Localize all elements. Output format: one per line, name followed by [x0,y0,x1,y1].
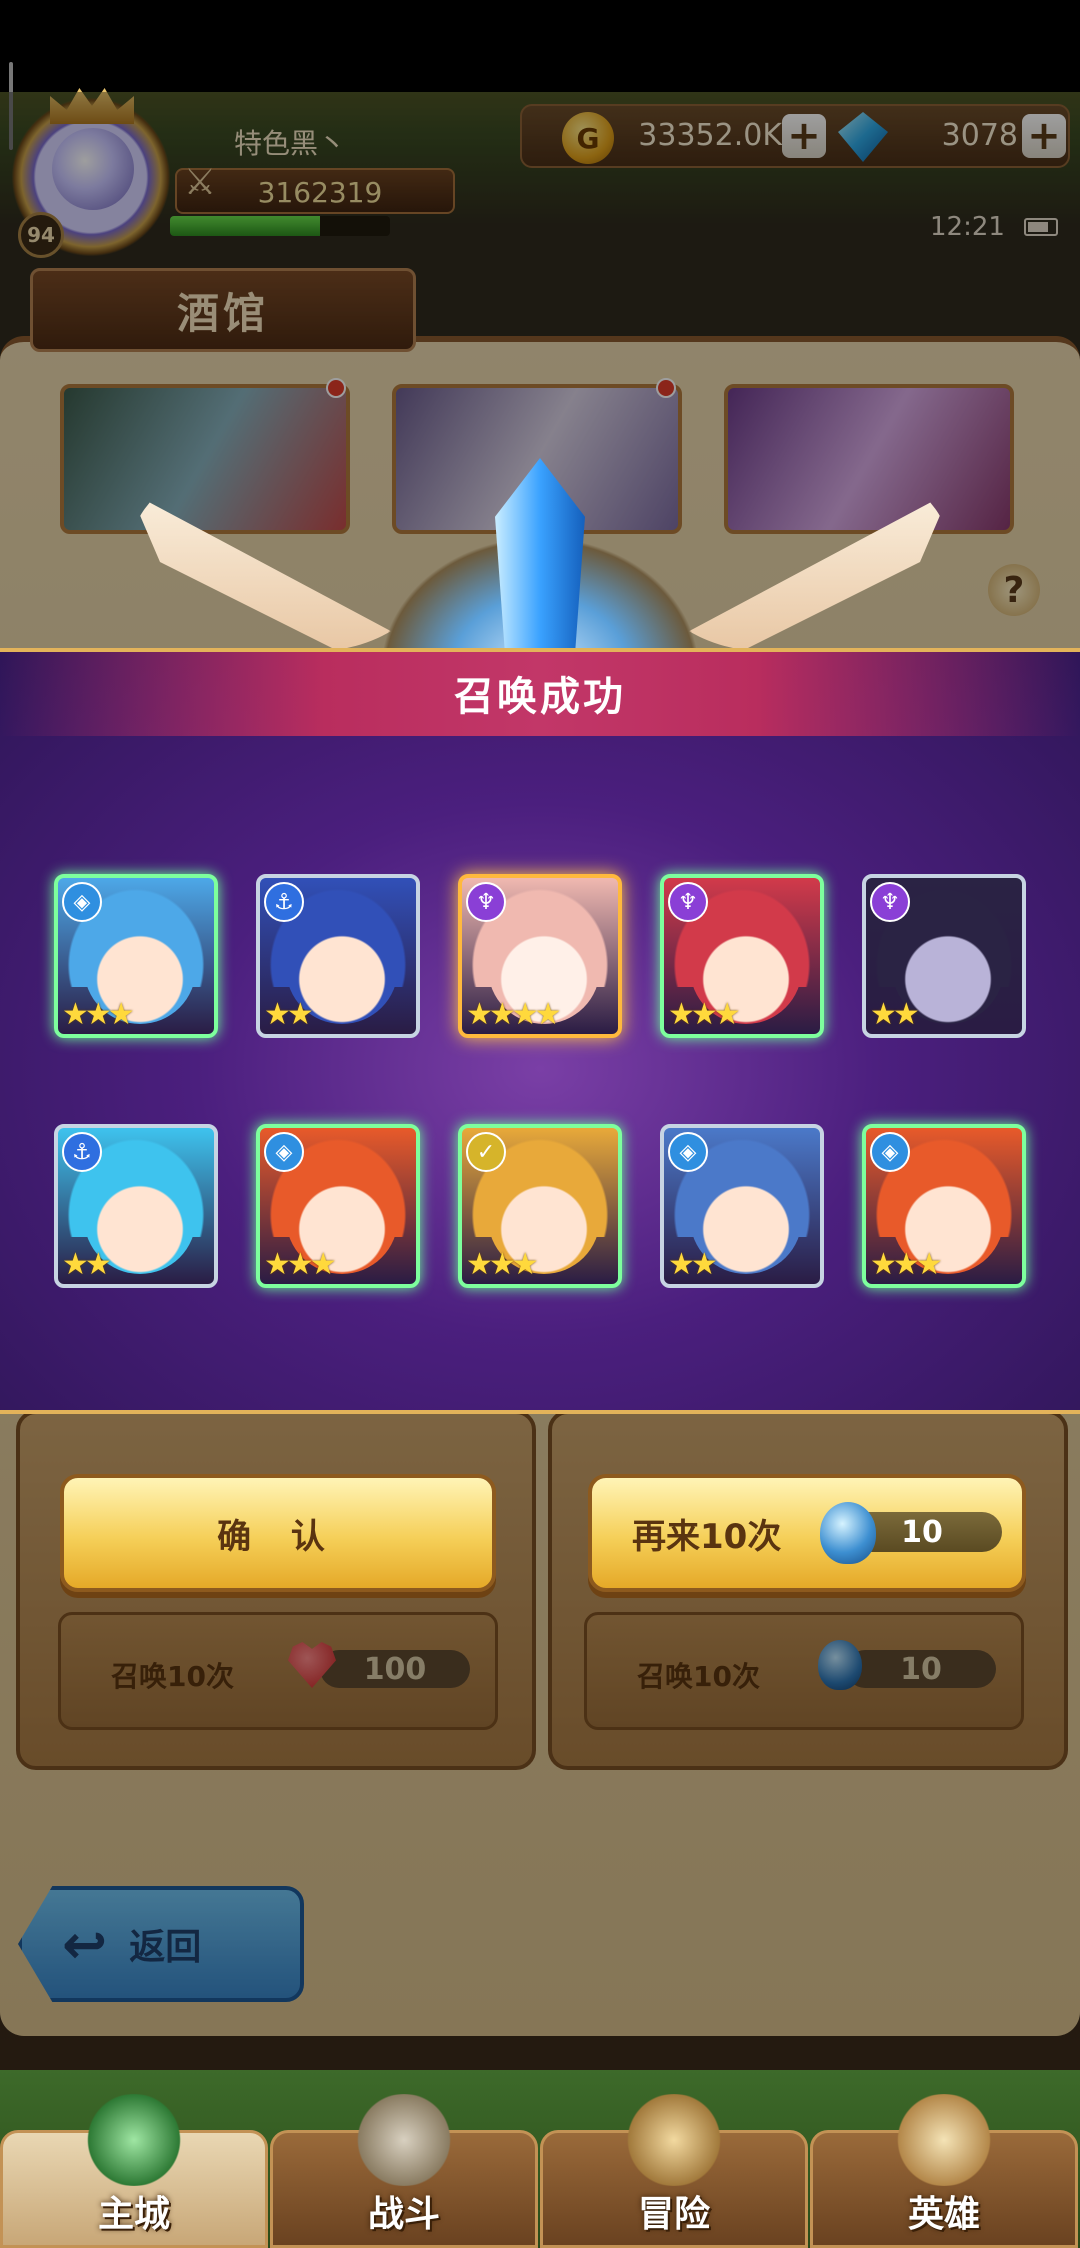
hero-card[interactable]: ⚓ ★★ [256,874,420,1038]
diamond-icon: ◈ [870,1132,910,1172]
diamond-icon: ◈ [264,1132,304,1172]
confirm-label: 确 认 [217,1516,339,1557]
hero-stars: ★★ [264,997,314,1032]
hero-stars: ★★★ [668,997,741,1032]
castle-icon [74,2094,194,2186]
crossed-swords-icon [344,2094,464,2186]
nav-label: 主城 [97,2194,170,2235]
hero-crest-icon [884,2094,1004,2186]
confirm-button[interactable]: 确 认 [60,1474,496,1592]
nav-label: 英雄 [907,2194,980,2235]
nav-label: 冒险 [637,2194,710,2235]
hero-card[interactable]: ♆ ★★★ [660,874,824,1038]
hero-stars: ★★★ [264,1247,337,1282]
hero-card[interactable]: ♆ ★★ [862,874,1026,1038]
horns-icon: ♆ [668,882,708,922]
map-scroll-icon [614,2094,734,2186]
hero-card[interactable]: ◈ ★★★ [256,1124,420,1288]
status-bar [0,0,1080,92]
hero-stars: ★★★ [466,1247,539,1282]
hero-card[interactable]: ♆ ★★★★ [458,874,622,1038]
hero-stars: ★★★ [62,997,135,1032]
horns-icon: ♆ [466,882,506,922]
hero-stars: ★★ [870,997,920,1032]
hero-stars: ★★ [62,1247,112,1282]
summon-egg-icon [820,1502,876,1564]
hero-stars: ★★★★ [466,997,562,1032]
hero-card[interactable]: ⚓ ★★ [54,1124,218,1288]
summon-again-label: 再来10次 [632,1516,782,1557]
hero-card[interactable]: ✓ ★★★ [458,1124,622,1288]
diamond-icon: ◈ [62,882,102,922]
anchor-icon: ⚓ [62,1132,102,1172]
hero-card[interactable]: ◈ ★★ [660,1124,824,1288]
hero-card[interactable]: ◈ ★★★ [54,874,218,1038]
anchor-icon: ⚓ [264,882,304,922]
horns-icon: ♆ [870,882,910,922]
hero-card[interactable]: ◈ ★★★ [862,1124,1026,1288]
diamond-icon: ◈ [668,1132,708,1172]
hero-stars: ★★ [668,1247,718,1282]
chevron-icon: ✓ [466,1132,506,1172]
modal-title: 召唤成功 [454,674,626,720]
hero-stars: ★★★ [870,1247,943,1282]
nav-label: 战斗 [367,2194,440,2235]
